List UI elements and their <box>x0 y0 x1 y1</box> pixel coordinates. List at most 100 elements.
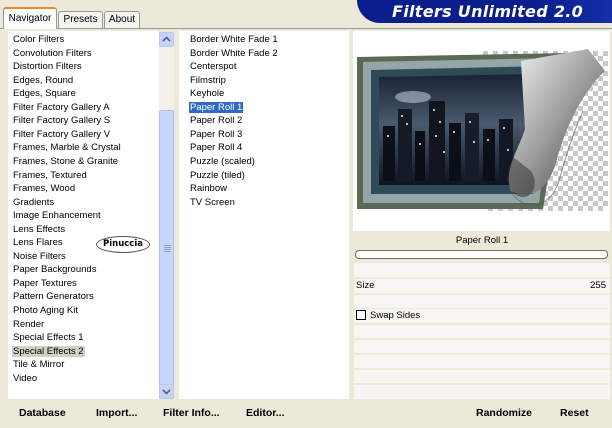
category-item-label: Paper Textures <box>13 277 77 289</box>
watermark-stamp: Pinuccia <box>96 236 150 253</box>
filter-item[interactable]: Puzzle (tiled) <box>189 169 349 182</box>
category-item-label: Convolution Filters <box>13 47 92 59</box>
filter-item-label: Filmstrip <box>190 74 226 86</box>
filter-name-label: Paper Roll 1 <box>354 233 610 249</box>
category-item-label: Frames, Marble & Crystal <box>13 142 121 154</box>
category-item[interactable]: Convolution Filters <box>12 47 172 60</box>
category-item-label: Filter Factory Gallery A <box>13 101 110 113</box>
database-button[interactable]: Database <box>19 406 66 420</box>
category-item-label: Frames, Textured <box>13 169 87 181</box>
preview-area <box>353 31 610 231</box>
tab-presets[interactable]: Presets <box>58 11 103 28</box>
filter-item-label: TV Screen <box>190 196 235 208</box>
category-item[interactable]: Filter Factory Gallery S <box>12 114 172 127</box>
param-row-empty-4 <box>354 340 610 353</box>
swap-sides-checkbox[interactable] <box>356 310 366 320</box>
filter-item[interactable]: Paper Roll 3 <box>189 128 349 141</box>
filter-item[interactable]: Paper Roll 4 <box>189 141 349 154</box>
param-row-empty-5 <box>354 355 610 368</box>
filter-list[interactable]: Border White Fade 1 Border White Fade 2 Ce… <box>179 31 349 399</box>
filter-item[interactable]: Centerspot <box>189 60 349 73</box>
param-row-empty-7 <box>354 385 610 399</box>
param-row-empty-2 <box>354 295 610 308</box>
filter-item[interactable]: Rainbow <box>189 182 349 195</box>
filter-item-label: Puzzle (scaled) <box>190 155 255 167</box>
filter-item[interactable]: Keyhole <box>189 87 349 100</box>
category-item[interactable]: Photo Aging Kit <box>12 304 172 317</box>
filter-item[interactable]: Border White Fade 1 <box>189 33 349 46</box>
filter-item-label: Paper Roll 4 <box>190 142 243 154</box>
chevron-down-icon <box>162 389 171 395</box>
filter-item-label: Keyhole <box>190 88 225 100</box>
filter-item[interactable]: TV Screen <box>189 196 349 209</box>
category-item-label: Filter Factory Gallery S <box>13 115 111 127</box>
category-item-label: Distortion Filters <box>13 61 82 73</box>
category-item[interactable]: Gradients <box>12 196 172 209</box>
category-item-label: Video <box>13 372 38 384</box>
category-item[interactable]: Frames, Textured <box>12 169 172 182</box>
scroll-up-button[interactable] <box>159 32 174 47</box>
category-item-label: Image Enhancement <box>13 210 101 222</box>
filter-item-label: Rainbow <box>190 183 227 195</box>
category-scrollbar[interactable] <box>159 32 174 399</box>
filter-item[interactable]: Paper Roll 1 <box>189 101 349 114</box>
category-item[interactable]: Special Effects 1 <box>12 331 172 344</box>
category-item[interactable]: Frames, Stone & Granite <box>12 155 172 168</box>
param-row-empty-1 <box>354 263 610 277</box>
category-item[interactable]: Noise Filters <box>12 250 172 263</box>
category-item[interactable]: Pattern Generators <box>12 290 172 303</box>
filter-info-button[interactable]: Filter Info... <box>163 406 220 420</box>
category-item-label: Lens Effects <box>13 223 66 235</box>
filter-item-label: Border White Fade 2 <box>190 47 278 59</box>
size-value[interactable]: 255 <box>590 280 606 291</box>
category-item[interactable]: Lens Effects <box>12 223 172 236</box>
category-item[interactable]: Tile & Mirror <box>12 358 172 371</box>
category-item[interactable]: Filter Factory Gallery V <box>12 128 172 141</box>
category-item-label: Pattern Generators <box>13 291 94 303</box>
import-button[interactable]: Import... <box>96 406 137 420</box>
randomize-button[interactable]: Randomize <box>476 406 532 420</box>
filter-item[interactable]: Border White Fade 2 <box>189 47 349 60</box>
category-item-label: Lens Flares <box>13 237 63 249</box>
tab-navigator[interactable]: Navigator <box>3 7 57 29</box>
progress-bar <box>355 250 608 259</box>
category-item[interactable]: Color Filters <box>12 33 172 46</box>
category-item-label: Noise Filters <box>13 250 66 262</box>
category-item[interactable]: Distortion Filters <box>12 60 172 73</box>
category-item-label: Filter Factory Gallery V <box>13 128 111 140</box>
filter-item[interactable]: Paper Roll 2 <box>189 114 349 127</box>
filter-item[interactable]: Puzzle (scaled) <box>189 155 349 168</box>
scroll-down-button[interactable] <box>159 384 174 399</box>
reset-button[interactable]: Reset <box>560 406 589 420</box>
filter-item-label: Puzzle (tiled) <box>190 169 245 181</box>
category-item[interactable]: Special Effects 2 <box>12 345 172 358</box>
scroll-thumb[interactable] <box>159 110 174 390</box>
category-item[interactable]: Frames, Marble & Crystal <box>12 141 172 154</box>
swap-sides-row[interactable]: Swap Sides <box>354 309 610 323</box>
filter-item-label: Centerspot <box>190 61 237 73</box>
filter-item-label: Paper Roll 3 <box>190 128 243 140</box>
filter-item[interactable]: Filmstrip <box>189 74 349 87</box>
category-item[interactable]: Edges, Square <box>12 87 172 100</box>
chevron-up-icon <box>162 36 171 42</box>
category-item[interactable]: Image Enhancement <box>12 209 172 222</box>
category-item[interactable]: Paper Textures <box>12 277 172 290</box>
app-title: Filters Unlimited 2.0 <box>392 2 584 21</box>
size-row[interactable]: Size 255 <box>354 279 610 293</box>
preview-image <box>357 49 608 211</box>
category-list[interactable]: Color Filters Convolution Filters Distorti… <box>8 31 159 399</box>
category-item-label: Edges, Round <box>13 74 74 86</box>
category-item[interactable]: Render <box>12 318 172 331</box>
category-item-label: Special Effects 1 <box>13 332 84 344</box>
editor-button[interactable]: Editor... <box>246 406 285 420</box>
tab-divider <box>0 28 612 29</box>
filter-item-label: Paper Roll 1 <box>189 101 244 113</box>
category-item[interactable]: Paper Backgrounds <box>12 263 172 276</box>
category-item[interactable]: Filter Factory Gallery A <box>12 101 172 114</box>
category-item-label: Paper Backgrounds <box>13 264 97 276</box>
category-item[interactable]: Frames, Wood <box>12 182 172 195</box>
tab-about[interactable]: About <box>104 11 140 28</box>
category-item-label: Frames, Wood <box>13 183 76 195</box>
category-item[interactable]: Edges, Round <box>12 74 172 87</box>
category-item[interactable]: Video <box>12 372 172 385</box>
